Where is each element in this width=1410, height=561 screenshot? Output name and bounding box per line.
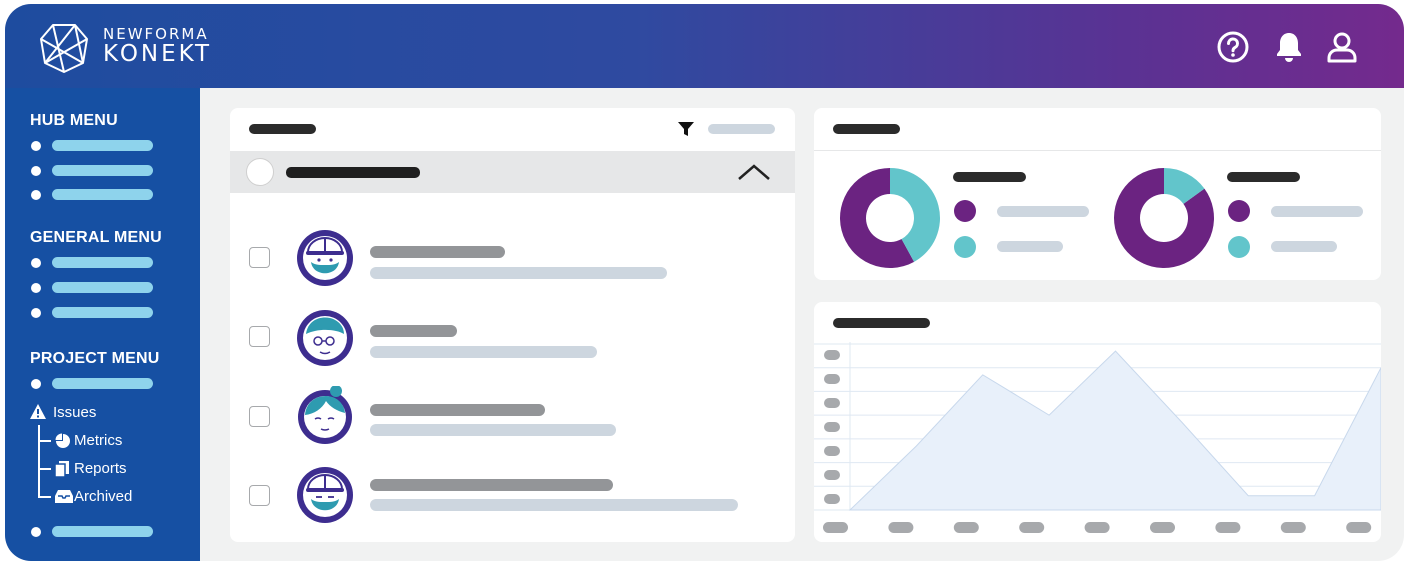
- warning-icon: [30, 404, 46, 419]
- donut-chart: [1114, 168, 1214, 268]
- task-title-placeholder: [370, 325, 457, 337]
- sidebar: HUB MENU GENERAL MENU PROJECT MENU Issue…: [5, 88, 200, 561]
- top-header: NEWFORMA KONEKT: [5, 4, 1404, 88]
- task-subtitle-placeholder: [370, 499, 738, 511]
- legend-label-placeholder: [997, 241, 1063, 252]
- x-tick-label: [1019, 522, 1045, 533]
- general-menu-item[interactable]: [31, 257, 155, 269]
- panel-divider: [814, 150, 1381, 151]
- metrics-label: Metrics: [74, 432, 123, 449]
- filter-icon[interactable]: [677, 120, 695, 138]
- hub-menu-title: HUB MENU: [30, 112, 118, 129]
- x-tick-label: [1150, 522, 1175, 533]
- donut-charts-panel: [814, 108, 1381, 280]
- hub-menu-item[interactable]: [31, 165, 155, 177]
- inbox-icon: [55, 490, 73, 503]
- task-title-placeholder: [370, 246, 505, 258]
- y-tick-label: [824, 494, 840, 504]
- donut-legend-title-placeholder: [953, 172, 1026, 182]
- general-menu-item[interactable]: [31, 282, 155, 294]
- x-tick-label: [1215, 522, 1241, 533]
- brand-line2: KONEKT: [103, 41, 213, 67]
- chevron-up-icon[interactable]: [737, 163, 771, 181]
- konekt-logo-icon: [40, 24, 88, 73]
- x-tick-label: [1084, 522, 1110, 533]
- task-checkbox[interactable]: [249, 406, 270, 427]
- pie-chart-icon: [55, 433, 70, 448]
- y-tick-label: [824, 350, 840, 360]
- y-tick-label: [824, 422, 840, 432]
- task-checkbox[interactable]: [249, 326, 270, 347]
- project-menu-title: PROJECT MENU: [30, 350, 160, 367]
- y-tick-label: [824, 398, 840, 408]
- y-tick-label: [824, 374, 840, 384]
- x-tick-label: [953, 522, 979, 533]
- donut-chart: [840, 168, 940, 268]
- area-chart-panel: [814, 302, 1381, 542]
- bell-icon[interactable]: [1272, 30, 1306, 64]
- general-menu-item[interactable]: [31, 307, 155, 319]
- task-title-placeholder: [370, 404, 545, 416]
- legend-label-placeholder: [1271, 206, 1363, 217]
- project-menu-item[interactable]: [31, 378, 155, 390]
- task-checkbox[interactable]: [249, 485, 270, 506]
- avatar-worker-hardhat: [297, 467, 353, 523]
- avatar-person-bun: [298, 386, 352, 444]
- panel-title-placeholder: [249, 124, 316, 134]
- area-chart: [814, 342, 1381, 533]
- group-title-placeholder: [286, 167, 420, 178]
- panel-title-placeholder: [833, 124, 900, 134]
- brand-line1: NEWFORMA: [103, 25, 209, 43]
- legend-swatch-purple: [1228, 200, 1250, 222]
- legend-swatch-purple: [954, 200, 976, 222]
- legend-label-placeholder: [1271, 241, 1337, 252]
- task-group-header[interactable]: [230, 151, 795, 193]
- issues-label: Issues: [53, 404, 97, 421]
- avatar-worker-hardhat: [297, 230, 353, 286]
- tree-connector: [38, 425, 40, 497]
- y-tick-label: [824, 446, 840, 456]
- task-subtitle-placeholder: [370, 267, 667, 279]
- general-menu-title: GENERAL MENU: [30, 229, 162, 246]
- task-list-panel: [230, 108, 795, 542]
- x-tick-label: [823, 522, 848, 533]
- group-radio[interactable]: [246, 158, 274, 186]
- x-tick-label: [888, 522, 914, 533]
- donut-legend-title-placeholder: [1227, 172, 1300, 182]
- panel-title-placeholder: [833, 318, 930, 328]
- archived-label: Archived: [74, 488, 133, 505]
- legend-swatch-teal: [1228, 236, 1250, 258]
- tree-branch: [38, 440, 51, 442]
- tree-branch: [38, 468, 51, 470]
- avatar-person-glasses: [297, 310, 353, 366]
- filter-placeholder[interactable]: [708, 124, 775, 134]
- tree-branch: [38, 496, 51, 498]
- task-subtitle-placeholder: [370, 346, 597, 358]
- x-tick-label: [1346, 522, 1372, 533]
- y-tick-label: [824, 470, 840, 480]
- documents-icon: [55, 461, 69, 477]
- user-icon[interactable]: [1325, 30, 1359, 64]
- x-tick-label: [1280, 522, 1306, 533]
- help-icon[interactable]: [1216, 30, 1250, 64]
- hub-menu-item[interactable]: [31, 140, 155, 152]
- task-title-placeholder: [370, 479, 613, 491]
- project-menu-item[interactable]: [31, 526, 155, 538]
- reports-label: Reports: [74, 460, 127, 477]
- hub-menu-item[interactable]: [31, 189, 155, 201]
- task-checkbox[interactable]: [249, 247, 270, 268]
- brand-wordmark: NEWFORMA KONEKT: [103, 26, 212, 66]
- legend-label-placeholder: [997, 206, 1089, 217]
- app-window: NEWFORMA KONEKT HUB MENU GENERAL MENU PR…: [5, 4, 1404, 561]
- task-subtitle-placeholder: [370, 424, 616, 436]
- legend-swatch-teal: [954, 236, 976, 258]
